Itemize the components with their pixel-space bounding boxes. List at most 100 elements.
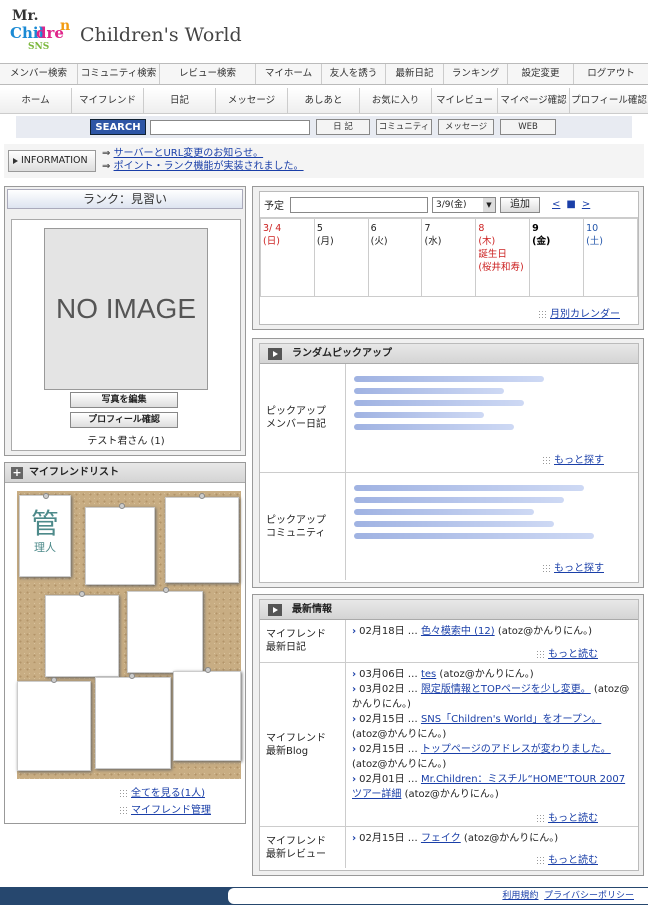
news-author: (atoz@かんりにん。) bbox=[401, 789, 499, 800]
prev-week-link[interactable]: < bbox=[552, 199, 560, 210]
calendar-day[interactable]: 8 (木) 誕生日 (桜井和寿) bbox=[475, 218, 531, 297]
add-schedule-button[interactable]: 追加 bbox=[500, 196, 540, 213]
blurred-entry[interactable] bbox=[354, 400, 524, 406]
news-title-link[interactable]: フェイク bbox=[421, 833, 461, 844]
current-week-link[interactable]: ■ bbox=[566, 199, 575, 210]
view-all-friends-link[interactable]: 全てを見る(1人) bbox=[131, 788, 205, 799]
footer: 利用規約 プライバシーポリシー bbox=[0, 887, 648, 905]
calendar-dow: (火) bbox=[370, 236, 388, 247]
friend-photo-empty bbox=[85, 507, 155, 585]
calendar-day[interactable]: 9 (金) bbox=[529, 218, 585, 297]
information-bar: INFORMATION ⇒ サーバーとURL変更のお知らせ。 ⇒ ポイント・ラン… bbox=[4, 144, 644, 178]
news-title-link[interactable]: トップページのアドレスが変わりました。 bbox=[421, 744, 611, 755]
news-author: (atoz@かんりにん。) bbox=[436, 669, 534, 680]
blurred-entry[interactable] bbox=[354, 497, 564, 503]
search-web-button[interactable]: WEB bbox=[500, 119, 556, 135]
search-message-button[interactable]: メッセージ bbox=[438, 119, 494, 135]
tab-messages[interactable]: メッセージ bbox=[216, 88, 288, 113]
news-title-link[interactable]: SNS「Children's World」をオープン。 bbox=[421, 714, 601, 725]
edit-photo-button[interactable]: 写真を編集 bbox=[70, 392, 178, 408]
random-pickup-title: ランダムピックアップ bbox=[292, 348, 392, 359]
blurred-entry[interactable] bbox=[354, 412, 484, 418]
news-date: 02月18日 … bbox=[359, 626, 421, 637]
dots-icon bbox=[542, 564, 550, 572]
latest-diary-row: マイフレンド 最新日記 › 02月18日 … 色々模索中 (12) (atoz@か… bbox=[260, 620, 638, 662]
tab-profile-check[interactable]: プロフィール確認 bbox=[570, 88, 648, 113]
logo-text: Mr. bbox=[12, 8, 39, 24]
news-title-link[interactable]: tes bbox=[421, 669, 436, 680]
blurred-entry[interactable] bbox=[354, 485, 584, 491]
nav-invite-friends[interactable]: 友人を誘う bbox=[322, 64, 386, 84]
news-date: 03月02日 … bbox=[359, 684, 421, 695]
calendar-day[interactable]: 3/ 4 (日) bbox=[260, 218, 315, 297]
search-input[interactable] bbox=[150, 119, 310, 135]
more-diary-latest-link[interactable]: もっと読む bbox=[548, 649, 598, 660]
more-review-link[interactable]: もっと読む bbox=[548, 855, 598, 866]
info-link-server[interactable]: サーバーとURL変更のお知らせ。 bbox=[114, 148, 264, 159]
calendar-event[interactable]: 誕生日 (桜井和寿) bbox=[478, 248, 527, 274]
arrow-icon: ⇒ bbox=[102, 161, 114, 172]
search-diary-button[interactable]: 日 記 bbox=[316, 119, 370, 135]
blurred-entry[interactable] bbox=[354, 509, 534, 515]
calendar-day[interactable]: 7 (水) bbox=[421, 218, 477, 297]
site-logo[interactable]: Mr. Chil dre n SNS bbox=[10, 8, 72, 56]
news-item: › 02月15日 … SNS「Children's World」をオープン。 (a… bbox=[352, 712, 632, 742]
news-title-link[interactable]: 色々模索中 (12) bbox=[421, 626, 495, 637]
search-community-button[interactable]: コミュニティ bbox=[376, 119, 432, 135]
tab-my-friends[interactable]: マイフレンド bbox=[72, 88, 144, 113]
calendar-dow: (月) bbox=[316, 236, 334, 247]
blurred-entry[interactable] bbox=[354, 521, 554, 527]
friend-photo-empty bbox=[173, 671, 241, 761]
tab-my-page-check[interactable]: マイページ確認 bbox=[498, 88, 570, 113]
blurred-entry[interactable] bbox=[354, 533, 594, 539]
nav-settings[interactable]: 設定変更 bbox=[508, 64, 574, 84]
terms-link[interactable]: 利用規約 bbox=[502, 891, 538, 901]
nav-community-search[interactable]: コミュニティ検索 bbox=[78, 64, 160, 84]
nav-my-home[interactable]: マイホーム bbox=[256, 64, 322, 84]
friend-list-box: + マイフレンドリスト 管 理人 全てを見る(1人) マイフレンド管理 bbox=[4, 462, 246, 824]
manage-friends-link[interactable]: マイフレンド管理 bbox=[131, 805, 211, 816]
cork-board: 管 理人 bbox=[17, 491, 241, 779]
nav-latest-diary[interactable]: 最新日記 bbox=[386, 64, 444, 84]
search-button[interactable]: SEARCH bbox=[90, 119, 146, 135]
more-blog-link[interactable]: もっと読む bbox=[548, 813, 598, 824]
date-select[interactable]: 3/9(金) ▼ bbox=[432, 196, 496, 213]
calendar-dow: (金) bbox=[532, 236, 551, 247]
news-item: › 03月02日 … 限定版情報とTOPページを少し変更。 (atoz@かんりにん… bbox=[352, 682, 632, 712]
friend-photo[interactable]: 管 理人 bbox=[19, 495, 71, 577]
calendar-date: 5 bbox=[316, 223, 323, 234]
profile-check-button[interactable]: プロフィール確認 bbox=[70, 412, 178, 428]
tab-my-reviews[interactable]: マイレビュー bbox=[432, 88, 498, 113]
calendar-day[interactable]: 10 (土) bbox=[583, 218, 638, 297]
nav-ranking[interactable]: ランキング bbox=[444, 64, 508, 84]
blurred-entry[interactable] bbox=[354, 388, 504, 394]
arrow-right-icon bbox=[268, 604, 282, 616]
tab-footprints[interactable]: あしあと bbox=[288, 88, 360, 113]
schedule-input[interactable] bbox=[290, 196, 428, 213]
friend-photo-empty bbox=[165, 497, 239, 583]
calendar-day[interactable]: 5 (月) bbox=[313, 218, 369, 297]
dots-icon bbox=[542, 456, 550, 464]
news-title-link[interactable]: 限定版情報とTOPページを少し変更。 bbox=[421, 684, 591, 695]
nav-member-search[interactable]: メンバー検索 bbox=[0, 64, 78, 84]
nav-review-search[interactable]: レビュー検索 bbox=[160, 64, 256, 84]
tab-diary[interactable]: 日記 bbox=[144, 88, 216, 113]
nav-logout[interactable]: ログアウト bbox=[574, 64, 648, 84]
calendar-day[interactable]: 6 (火) bbox=[367, 218, 423, 297]
blurred-entry[interactable] bbox=[354, 376, 544, 382]
next-week-link[interactable]: > bbox=[582, 199, 590, 210]
chevron-right-icon: › bbox=[352, 774, 357, 785]
friend-photo-empty bbox=[17, 681, 91, 771]
blurred-entry[interactable] bbox=[354, 424, 514, 430]
more-community-link[interactable]: もっと探す bbox=[554, 563, 604, 574]
information-button[interactable]: INFORMATION bbox=[8, 150, 96, 172]
tab-favorites[interactable]: お気に入り bbox=[360, 88, 432, 113]
tab-home[interactable]: ホーム bbox=[0, 88, 72, 113]
more-diary-link[interactable]: もっと探す bbox=[554, 455, 604, 466]
pin-icon bbox=[51, 677, 57, 683]
info-link-rank[interactable]: ポイント・ランク機能が実装されました。 bbox=[114, 161, 304, 172]
chevron-right-icon: › bbox=[352, 833, 357, 844]
monthly-calendar-link[interactable]: 月別カレンダー bbox=[550, 309, 620, 320]
privacy-link[interactable]: プライバシーポリシー bbox=[544, 891, 634, 901]
pickup-diary-row: ピックアップ メンバー日記 もっと探す bbox=[260, 364, 638, 472]
